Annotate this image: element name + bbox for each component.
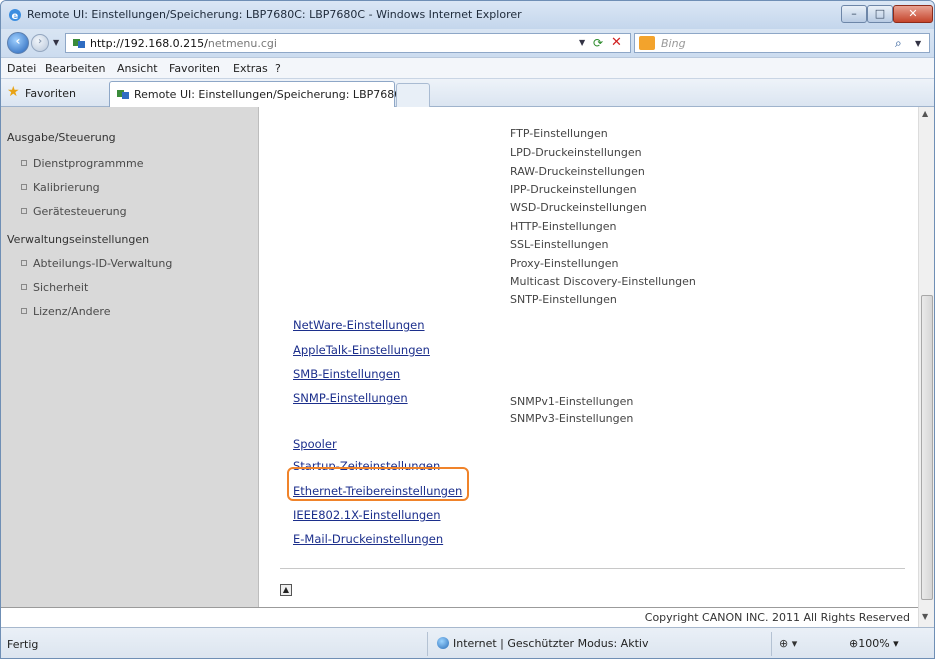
sidebar-item-license[interactable]: Lizenz/Andere	[21, 305, 110, 318]
close-button[interactable]: ✕	[893, 5, 933, 23]
security-zone[interactable]: Internet | Geschützter Modus: Aktiv	[437, 637, 648, 650]
link-multicast-discovery-settings[interactable]: Multicast Discovery-Einstellungen	[510, 275, 696, 288]
bullet-icon	[21, 284, 27, 290]
search-box[interactable]: Bing ⌕ ▼	[634, 33, 930, 53]
address-bar-row: ‹ › ▼ http://192.168.0.215/netmenu.cgi ▼…	[1, 29, 934, 57]
link-email-print-settings[interactable]: E-Mail-Druckeinstellungen	[293, 532, 443, 546]
sidebar-item-department-id[interactable]: Abteilungs-ID-Verwaltung	[21, 257, 172, 270]
search-dropdown-icon[interactable]: ▼	[915, 39, 921, 48]
status-text: Fertig	[7, 638, 39, 651]
bullet-icon	[21, 208, 27, 214]
link-ieee8021x-settings[interactable]: IEEE802.1X-Einstellungen	[293, 508, 441, 522]
link-netware-settings[interactable]: NetWare-Einstellungen	[293, 318, 425, 332]
bing-logo-icon	[639, 36, 655, 50]
link-wsd-settings[interactable]: WSD-Druckeinstellungen	[510, 201, 647, 214]
menu-tools[interactable]: Extras	[233, 62, 268, 75]
stop-icon[interactable]: ✕	[611, 35, 622, 50]
sidebar-item-device-control[interactable]: Gerätesteuerung	[21, 205, 127, 218]
browser-window: e Remote UI: Einstellungen/Speicherung: …	[0, 0, 935, 659]
scroll-down-icon[interactable]: ▼	[922, 612, 928, 621]
menu-favorites[interactable]: Favoriten	[169, 62, 220, 75]
sidebar-section-output-control: Ausgabe/Steuerung	[7, 131, 116, 144]
highlight-box	[287, 467, 469, 501]
sidebar-item-utilities[interactable]: Dienstprogrammme	[21, 157, 143, 170]
page-footer: Copyright CANON INC. 2011 All Rights Res…	[1, 607, 918, 627]
globe-icon	[437, 637, 449, 649]
address-dropdown-icon[interactable]: ▼	[579, 38, 585, 47]
zoom-level[interactable]: ⊕100% ▾	[849, 637, 899, 650]
bullet-icon	[21, 308, 27, 314]
favorites-bar: ★ Favoriten Remote UI: Einstellungen/Spe…	[1, 79, 934, 107]
link-http-settings[interactable]: HTTP-Einstellungen	[510, 220, 616, 233]
menu-edit[interactable]: Bearbeiten	[45, 62, 105, 75]
status-bar: Fertig Internet | Geschützter Modus: Akt…	[1, 627, 934, 658]
history-dropdown-icon[interactable]: ▼	[53, 38, 59, 47]
link-sntp-settings[interactable]: SNTP-Einstellungen	[510, 293, 617, 306]
page-content: Ausgabe/Steuerung Dienstprogrammme Kalib…	[1, 107, 934, 627]
link-ftp-settings[interactable]: FTP-Einstellungen	[510, 127, 608, 140]
sidebar-item-calibration[interactable]: Kalibrierung	[21, 181, 100, 194]
link-proxy-settings[interactable]: Proxy-Einstellungen	[510, 257, 618, 270]
menu-help[interactable]: ?	[275, 62, 281, 75]
bullet-icon	[21, 260, 27, 266]
menu-bar: Datei Bearbeiten Ansicht Favoriten Extra…	[1, 57, 934, 79]
minimize-button[interactable]: –	[841, 5, 867, 23]
menu-view[interactable]: Ansicht	[117, 62, 158, 75]
sidebar-item-security[interactable]: Sicherheit	[21, 281, 88, 294]
menu-file[interactable]: Datei	[7, 62, 36, 75]
title-bar: e Remote UI: Einstellungen/Speicherung: …	[1, 1, 934, 29]
page-top-icon[interactable]: ▲	[280, 584, 292, 596]
link-smb-settings[interactable]: SMB-Einstellungen	[293, 367, 400, 381]
content-divider	[280, 568, 905, 569]
url-host: http://192.168.0.215/	[90, 37, 208, 50]
scroll-up-icon[interactable]: ▲	[922, 109, 928, 118]
back-button[interactable]: ‹	[7, 32, 29, 54]
copyright-text: Copyright CANON INC. 2011 All Rights Res…	[644, 611, 910, 624]
forward-button[interactable]: ›	[31, 34, 49, 52]
url-text[interactable]: http://192.168.0.215/netmenu.cgi	[90, 37, 277, 50]
sidebar: Ausgabe/Steuerung Dienstprogrammme Kalib…	[1, 107, 259, 607]
link-ipp-settings[interactable]: IPP-Druckeinstellungen	[510, 183, 637, 196]
bullet-icon	[21, 184, 27, 190]
address-bar[interactable]: http://192.168.0.215/netmenu.cgi ▼ ⟳ ✕	[65, 33, 631, 53]
sidebar-section-management: Verwaltungseinstellungen	[7, 233, 150, 246]
search-placeholder: Bing	[661, 37, 686, 50]
new-tab-button[interactable]	[396, 83, 430, 107]
link-snmpv3-settings[interactable]: SNMPv3-Einstellungen	[510, 412, 633, 425]
link-spooler[interactable]: Spooler	[293, 437, 337, 451]
url-path: netmenu.cgi	[207, 37, 277, 50]
link-lpd-settings[interactable]: LPD-Druckeinstellungen	[510, 146, 642, 159]
arrow-left-icon: ‹	[15, 34, 21, 48]
maximize-button[interactable]: □	[867, 5, 893, 23]
search-icon[interactable]: ⌕	[895, 36, 902, 51]
tab-label: Remote UI: Einstellungen/Speicherung: LB…	[134, 88, 412, 101]
link-snmp-settings[interactable]: SNMP-Einstellungen	[293, 391, 408, 405]
vertical-scrollbar[interactable]: ▲ ▼	[918, 107, 934, 627]
scrollbar-thumb[interactable]	[921, 295, 933, 600]
arrow-right-icon: ›	[37, 36, 43, 47]
site-favicon-icon	[117, 90, 129, 99]
window-title: Remote UI: Einstellungen/Speicherung: LB…	[27, 8, 522, 21]
link-ssl-settings[interactable]: SSL-Einstellungen	[510, 238, 608, 251]
protected-mode-icon[interactable]: ⊕ ▾	[779, 637, 797, 650]
favorites-button[interactable]: Favoriten	[25, 87, 76, 100]
internet-explorer-icon: e	[9, 9, 21, 22]
status-separator	[427, 632, 428, 656]
link-appletalk-settings[interactable]: AppleTalk-Einstellungen	[293, 343, 430, 357]
bullet-icon	[21, 160, 27, 166]
status-separator	[771, 632, 772, 656]
link-raw-settings[interactable]: RAW-Druckeinstellungen	[510, 165, 645, 178]
favorites-star-icon[interactable]: ★	[7, 85, 21, 99]
svg-text:e: e	[12, 11, 19, 22]
refresh-icon[interactable]: ⟳	[593, 36, 603, 50]
tab-remote-ui[interactable]: Remote UI: Einstellungen/Speicherung: LB…	[109, 81, 412, 107]
link-snmpv1-settings[interactable]: SNMPv1-Einstellungen	[510, 395, 633, 408]
site-favicon-icon	[73, 39, 85, 48]
